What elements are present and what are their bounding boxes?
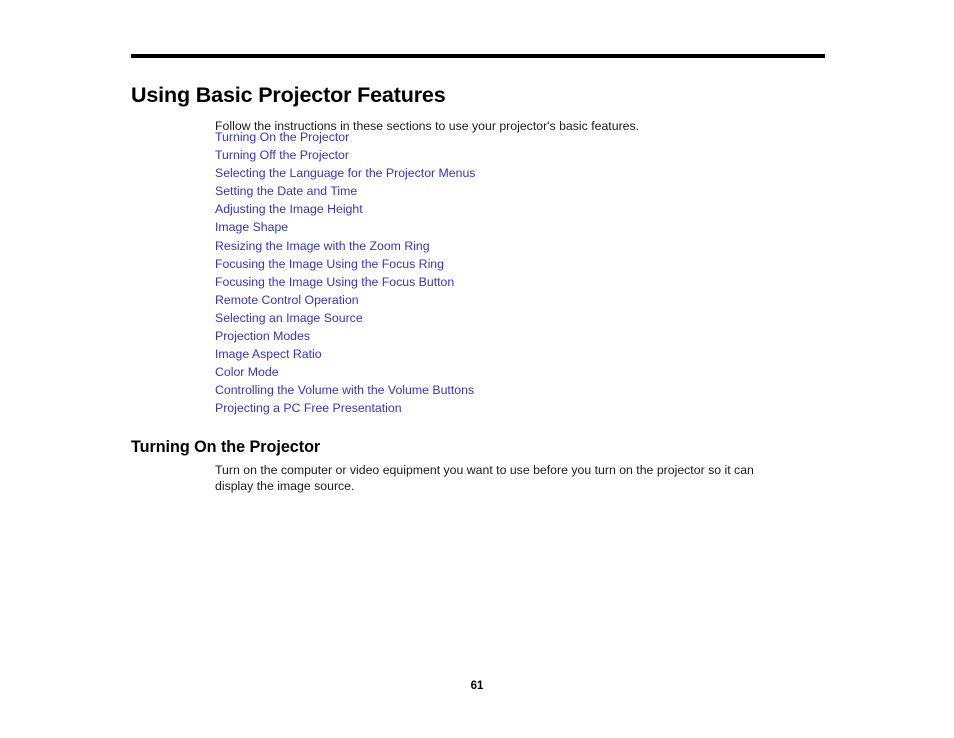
section-link[interactable]: Image Shape [215,220,288,234]
title-divider-rule [131,54,825,58]
list-item: Selecting the Language for the Projector… [215,164,475,182]
document-page: Using Basic Projector Features Follow th… [0,0,954,738]
list-item: Focusing the Image Using the Focus Butto… [215,273,475,291]
section-link[interactable]: Setting the Date and Time [215,184,357,198]
list-item: Image Aspect Ratio [215,345,475,363]
list-item: Focusing the Image Using the Focus Ring [215,255,475,273]
section-link[interactable]: Projecting a PC Free Presentation [215,401,402,415]
page-title: Using Basic Projector Features [131,83,446,108]
section-link[interactable]: Controlling the Volume with the Volume B… [215,383,474,397]
list-item: Resizing the Image with the Zoom Ring [215,237,475,255]
list-item: Color Mode [215,363,475,381]
section-link[interactable]: Focusing the Image Using the Focus Ring [215,257,444,271]
list-item: Selecting an Image Source [215,309,475,327]
list-item: Setting the Date and Time [215,182,475,200]
section-link[interactable]: Turning On the Projector [215,130,349,144]
list-item: Controlling the Volume with the Volume B… [215,381,475,399]
section-link-list: Turning On the Projector Turning Off the … [215,128,475,418]
list-item: Projection Modes [215,327,475,345]
section-link[interactable]: Adjusting the Image Height [215,202,363,216]
list-item: Remote Control Operation [215,291,475,309]
section-link[interactable]: Color Mode [215,365,279,379]
list-item: Adjusting the Image Height [215,200,475,218]
section-heading-turning-on-the-projector: Turning On the Projector [131,438,321,457]
section-link[interactable]: Focusing the Image Using the Focus Butto… [215,275,454,289]
page-number: 61 [470,680,484,692]
section-link[interactable]: Image Aspect Ratio [215,347,322,361]
section-link[interactable]: Resizing the Image with the Zoom Ring [215,239,430,253]
section-link[interactable]: Selecting an Image Source [215,311,363,325]
list-item: Turning Off the Projector [215,146,475,164]
section-body-paragraph: Turn on the computer or video equipment … [215,463,754,493]
list-item: Turning On the Projector [215,128,475,146]
list-item: Projecting a PC Free Presentation [215,399,475,417]
section-link[interactable]: Selecting the Language for the Projector… [215,166,475,180]
list-item: Image Shape [215,218,475,236]
section-link[interactable]: Projection Modes [215,329,310,343]
section-link[interactable]: Turning Off the Projector [215,148,349,162]
section-link[interactable]: Remote Control Operation [215,293,359,307]
